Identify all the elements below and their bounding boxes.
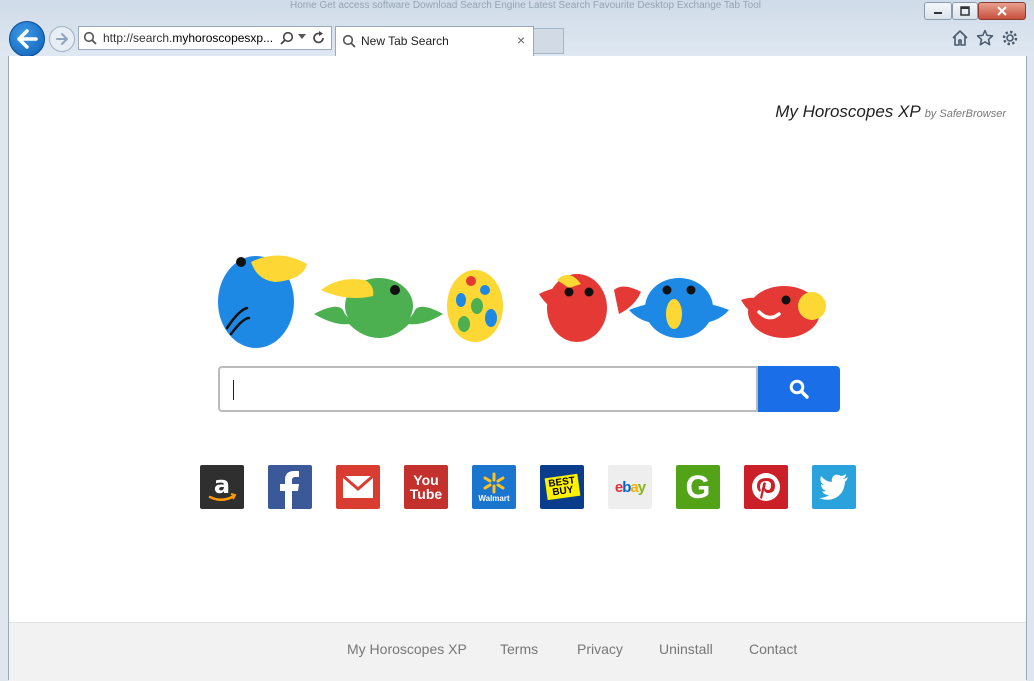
bestbuy-tag: BEST BUY [544,473,580,501]
ebay-letter-y: y [637,478,646,496]
brand-title: My Horoscopes XP by SaferBrowser [775,102,1006,122]
groupon-g-icon: G [685,468,711,505]
maximize-icon [960,6,970,16]
shortcut-pinterest[interactable] [744,465,788,509]
blue-toucan-bird [218,255,307,348]
svg-text:a: a [214,471,230,499]
address-url-domain: myhoroscopesxp... [172,31,274,45]
search-input[interactable] [218,366,758,412]
footer: My Horoscopes XP Terms Privacy Uninstall… [9,622,1026,681]
search-icon [789,379,809,399]
close-icon [997,6,1007,16]
footer-link-privacy[interactable]: Privacy [577,641,623,657]
tab-close-icon[interactable]: × [517,32,525,48]
star-icon[interactable] [976,29,994,47]
search-icon [83,31,97,45]
background-window-text: Home Get access software Download Search… [290,0,762,11]
green-bird [314,278,443,338]
youtube-tube-text: Tube [409,486,443,502]
ebay-logo: ebay [615,478,646,496]
home-icon[interactable] [951,29,969,47]
shortcut-amazon[interactable]: a [200,465,244,509]
shortcut-groupon[interactable]: G [676,465,720,509]
text-cursor [233,380,234,400]
back-button[interactable] [9,21,45,57]
shortcut-youtube[interactable]: You Tube [404,465,448,509]
page-content: My Horoscopes XP by SaferBrowser a You T… [8,56,1027,681]
twitter-bird-icon [819,474,848,500]
footer-link-home[interactable]: My Horoscopes XP [347,641,467,657]
browser-tab[interactable]: New Tab Search × [335,26,534,56]
forward-button[interactable] [49,26,75,52]
address-url-prefix: http://search. [103,31,173,45]
birds-logo [218,255,826,348]
search-button[interactable] [758,366,840,412]
shortcut-twitter[interactable] [812,465,856,509]
pinterest-icon [752,473,780,501]
shortcut-ebay[interactable]: ebay [608,465,652,509]
blue-bird [629,278,729,338]
close-window-button[interactable] [978,2,1026,20]
ebay-letter-a: a [630,478,638,496]
facebook-icon [280,471,299,509]
brand-byline: by SaferBrowser [924,108,1006,120]
spotted-egg [447,270,503,342]
amazon-icon: a [208,471,237,501]
footer-link-uninstall[interactable]: Uninstall [659,641,713,657]
footer-link-contact[interactable]: Contact [749,641,797,657]
refresh-icon[interactable] [312,31,326,45]
walmart-text: Walmart [478,493,510,503]
walmart-spark-icon [483,472,505,493]
shortcut-facebook[interactable] [268,465,312,509]
red-fish-bird [741,286,826,338]
minimize-icon [934,12,942,14]
shortcut-walmart[interactable]: Walmart [472,465,516,509]
address-bar[interactable]: http://search.myhoroscopesxp... [78,26,332,50]
maximize-button[interactable] [952,2,978,20]
red-bird [539,274,641,342]
bestbuy-text-2: BUY [551,484,574,499]
tab-title: New Tab Search [361,34,449,48]
chevron-down-icon[interactable] [298,34,306,40]
brand-name: My Horoscopes XP [775,102,921,121]
back-arrow-icon [17,29,38,49]
minimize-button[interactable] [924,2,952,20]
new-tab-button[interactable] [534,28,564,54]
forward-arrow-icon [56,33,68,45]
gear-icon[interactable] [1001,29,1019,47]
address-url[interactable]: http://search.myhoroscopesxp... [103,31,273,45]
search-icon [342,34,356,48]
search-go-icon[interactable] [280,31,294,45]
envelope-icon [342,475,374,498]
shortcut-bestbuy[interactable]: BEST BUY [540,465,584,509]
youtube-you-text: You [413,472,439,488]
shortcut-gmail[interactable] [336,465,380,509]
footer-link-terms[interactable]: Terms [500,641,538,657]
